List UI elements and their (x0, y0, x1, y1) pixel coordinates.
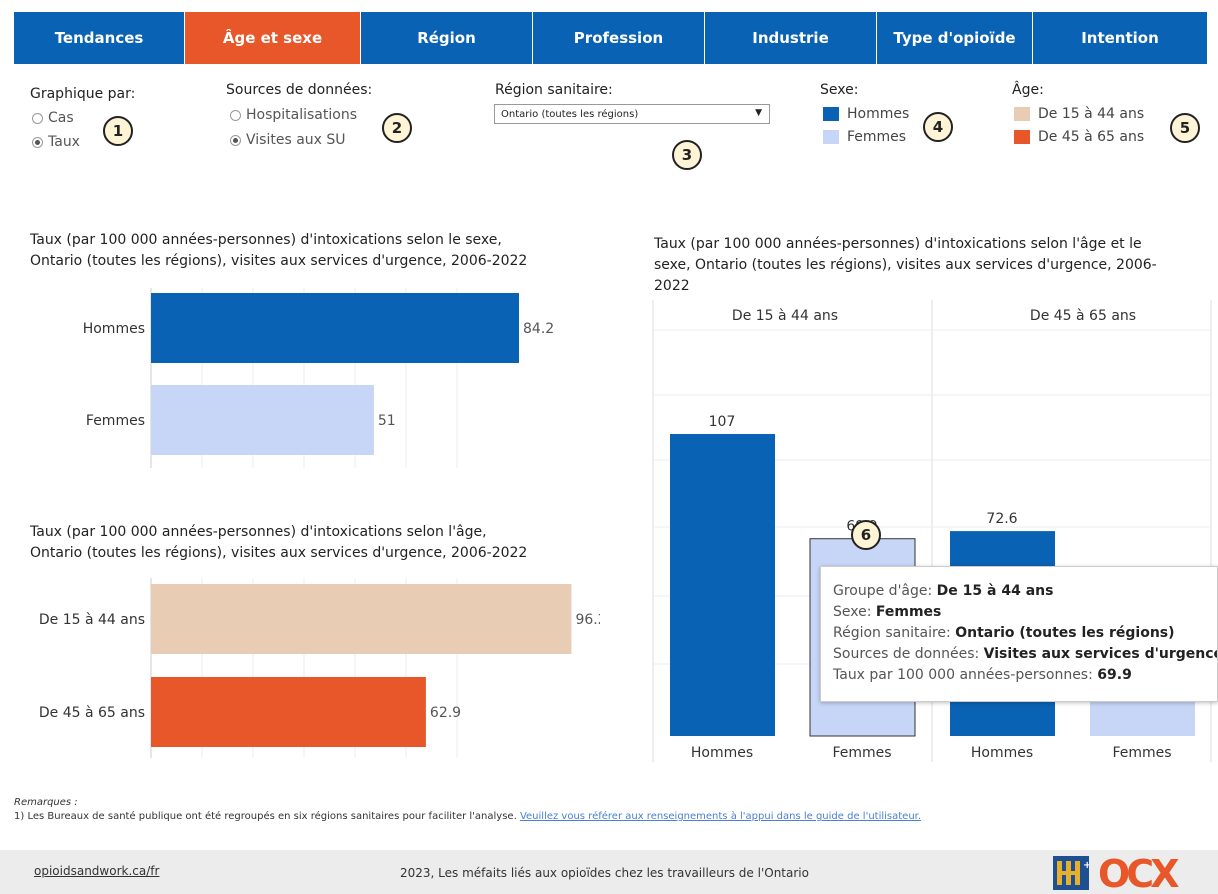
panel-header: De 45 à 65 ans (1030, 308, 1136, 324)
radio-visites-su-label: Visites aux SU (246, 132, 346, 148)
tab-intention[interactable]: Intention (1033, 12, 1208, 64)
remarks-title: Remarques : (14, 797, 78, 808)
data-label: 51 (378, 413, 396, 429)
chart-sex-title-line2: Ontario (toutes les régions), visites au… (30, 253, 528, 269)
radio-indicator (230, 109, 241, 121)
chart-age: De 15 à 44 ans 96.2 De 45 à 65 ans 62.9 (39, 578, 600, 758)
tooltip-row-age-group: Groupe d'âge: De 15 à 44 ans (833, 583, 1054, 599)
chart-age-title-line1: Taux (par 100 000 années-personnes) d'in… (30, 524, 487, 540)
tab-tendances[interactable]: Tendances (14, 12, 185, 64)
tooltip: Groupe d'âge: De 15 à 44 ans Sexe: Femme… (820, 566, 1218, 702)
radio-indicator-selected (32, 136, 43, 148)
legend-swatch-15-44 (1014, 107, 1030, 121)
data-label: 96.2 (575, 612, 600, 628)
bar-1 (151, 385, 374, 455)
tooltip-row-rate: Taux par 100 000 années-personnes: 69.9 (833, 667, 1132, 683)
legend-femmes-label: Femmes (847, 129, 907, 145)
panel-header: De 15 à 44 ans (732, 308, 838, 324)
user-guide-link[interactable]: Veuillez vous référer aux renseignements… (520, 811, 921, 822)
chart-age-sex-title-line2: sexe, Ontario (toutes les régions), visi… (654, 257, 1157, 273)
remarks-text: 1) Les Bureaux de santé publique ont été… (14, 811, 517, 822)
remarks: Remarques : 1) Les Bureaux de santé publ… (14, 797, 921, 822)
legend-item-15-44[interactable]: De 15 à 44 ans (1014, 106, 1144, 122)
data-label: 62.9 (430, 705, 461, 721)
chart-age-sex-title-line1: Taux (par 100 000 années-personnes) d'in… (654, 236, 1142, 252)
radio-visites-su[interactable]: Visites aux SU (230, 132, 346, 148)
tab-industrie[interactable]: Industrie (705, 12, 877, 64)
legend-swatch-hommes (823, 107, 839, 121)
legend-swatch-45-65 (1014, 130, 1030, 144)
chart-sex-title-line1: Taux (par 100 000 années-personnes) d'in… (30, 232, 502, 248)
svg-text:OCX: OCX (1098, 854, 1179, 892)
chart-sex-title: Taux (par 100 000 années-personnes) d'in… (30, 230, 527, 272)
radio-taux[interactable]: Taux (32, 134, 80, 150)
chart-age-title: Taux (par 100 000 années-personnes) d'in… (30, 522, 527, 564)
tooltip-row-region: Région sanitaire: Ontario (toutes les ré… (833, 625, 1175, 641)
region-label: Région sanitaire: (495, 82, 613, 98)
main-nav: Tendances Âge et sexe Région Profession … (14, 12, 1208, 64)
bar-0 (151, 584, 572, 654)
chart-age-title-line2: Ontario (toutes les régions), visites au… (30, 545, 528, 561)
legend-item-45-65[interactable]: De 45 à 65 ans (1014, 129, 1144, 145)
radio-indicator-selected (230, 134, 241, 146)
radio-cas-label: Cas (48, 110, 74, 126)
footer-text: 2023, Les méfaits liés aux opioïdes chez… (400, 866, 809, 880)
tab-region[interactable]: Région (361, 12, 533, 64)
region-select-value: Ontario (toutes les régions) (501, 108, 639, 120)
radio-hospitalisations-label: Hospitalisations (246, 107, 357, 123)
graph-by-label: Graphique par: (30, 86, 136, 102)
bar-0-0 (670, 434, 775, 736)
category-label: Hommes (971, 745, 1033, 761)
iwh-logo: + (1053, 856, 1089, 890)
legend-15-44-label: De 15 à 44 ans (1038, 106, 1145, 122)
callout-badge-5: 5 (1170, 113, 1200, 143)
age-legend-label: Âge: (1012, 82, 1044, 98)
category-label: Femmes (1112, 745, 1171, 761)
radio-indicator (32, 112, 43, 124)
category-label: De 15 à 44 ans (39, 612, 145, 628)
data-label: 84.2 (523, 321, 554, 337)
tab-age-sexe[interactable]: Âge et sexe (185, 12, 361, 64)
data-label: 72.6 (986, 511, 1017, 527)
category-label: De 45 à 65 ans (39, 705, 145, 721)
chevron-down-icon: ▼ (755, 108, 762, 118)
site-link[interactable]: opioidsandwork.ca/fr (34, 864, 159, 878)
radio-hospitalisations[interactable]: Hospitalisations (230, 107, 357, 123)
category-label: Femmes (832, 745, 891, 761)
bar-0 (151, 293, 519, 363)
legend-hommes-label: Hommes (847, 106, 910, 122)
footer: opioidsandwork.ca/fr 2023, Les méfaits l… (0, 850, 1218, 894)
category-label: Hommes (83, 321, 145, 337)
category-label: Femmes (86, 413, 145, 429)
tab-profession[interactable]: Profession (533, 12, 705, 64)
legend-swatch-femmes (823, 130, 839, 144)
bar-1 (151, 677, 426, 747)
legend-45-65-label: De 45 à 65 ans (1038, 129, 1145, 145)
legend-item-femmes[interactable]: Femmes (823, 129, 906, 145)
data-label: 107 (709, 414, 736, 430)
callout-badge-1: 1 (103, 116, 133, 146)
callout-badge-6: 6 (851, 520, 881, 550)
region-select[interactable]: Ontario (toutes les régions) ▼ (494, 104, 770, 124)
radio-taux-label: Taux (48, 134, 80, 150)
tooltip-row-sex: Sexe: Femmes (833, 604, 942, 620)
radio-cas[interactable]: Cas (32, 110, 74, 126)
chart-age-sex-title: Taux (par 100 000 années-personnes) d'in… (654, 234, 1157, 297)
svg-text:+: + (1083, 860, 1089, 871)
callout-badge-3: 3 (672, 140, 702, 170)
callout-badge-4: 4 (923, 112, 953, 142)
chart-age-sex-title-line3: 2022 (654, 278, 690, 294)
legend-item-hommes[interactable]: Hommes (823, 106, 909, 122)
remarks-line: 1) Les Bureaux de santé publique ont été… (14, 811, 921, 822)
ocx-logo: OCX (1098, 854, 1183, 892)
tooltip-row-source: Sources de données: Visites aux services… (833, 646, 1218, 662)
chart-sex: Hommes 84.2 Femmes 51 (83, 288, 554, 468)
sex-legend-label: Sexe: (820, 82, 859, 98)
category-label: Hommes (691, 745, 753, 761)
sources-label: Sources de données: (226, 82, 373, 98)
tab-type-opioide[interactable]: Type d'opioïde (877, 12, 1033, 64)
callout-badge-2: 2 (382, 113, 412, 143)
